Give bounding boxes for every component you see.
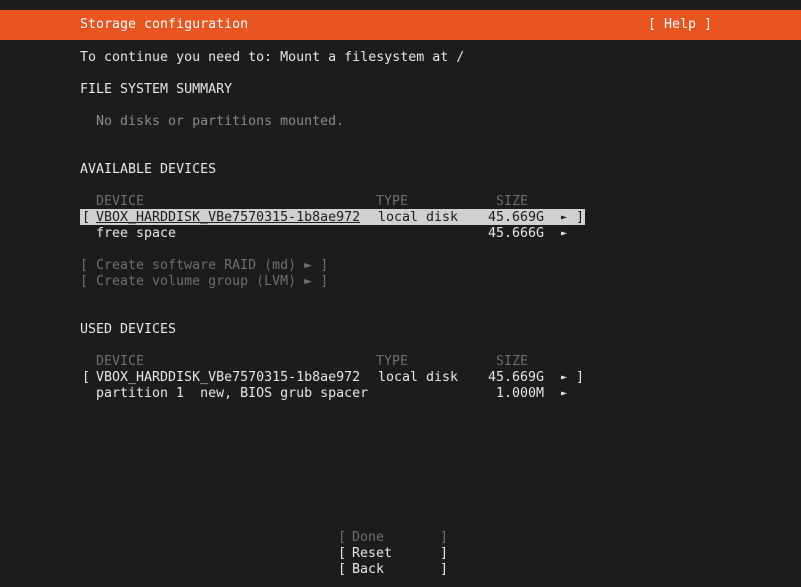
used-partition-device[interactable]: partition 1 new, BIOS grub spacer <box>96 386 368 402</box>
fs-summary-heading: FILE SYSTEM SUMMARY <box>80 82 233 97</box>
used-disk-type: local disk <box>378 370 459 385</box>
free-space-device[interactable]: free space <box>96 226 176 242</box>
available-disk-size: 45.669G <box>488 210 545 225</box>
free-space-arrow-icon[interactable]: ► <box>561 226 567 242</box>
used-disk-size: 45.669G <box>488 370 545 385</box>
help-button[interactable]: [ Help ] <box>648 17 712 33</box>
row-open-bracket: [ <box>82 210 91 225</box>
free-space-size: 45.666G <box>488 226 545 241</box>
used-row-open-bracket: [ <box>82 370 91 385</box>
back-label: Back <box>352 562 385 577</box>
available-col-type: TYPE <box>376 194 409 209</box>
create-lvm-button[interactable]: [ Create volume group (LVM) ► ] <box>80 274 328 290</box>
row-close-bracket: ] <box>576 210 585 225</box>
used-col-size: SIZE <box>496 354 529 369</box>
available-disk-arrow-icon[interactable]: ► <box>561 210 567 226</box>
reset-close-bracket: ] <box>440 546 449 561</box>
installer-screen: Storage configuration [ Help ] To contin… <box>0 0 801 587</box>
available-disk-device[interactable]: VBOX_HARDDISK_VBe7570315-1b8ae972 <box>96 210 360 226</box>
used-devices-heading: USED DEVICES <box>80 322 177 337</box>
available-disk-type: local disk <box>378 210 459 225</box>
header-bar: Storage configuration [ Help ] <box>0 10 801 40</box>
back-open-bracket: [ <box>338 562 347 577</box>
used-partition-size: 1.000M <box>496 386 545 401</box>
fs-summary-empty: No disks or partitions mounted. <box>96 114 345 129</box>
used-col-device: DEVICE <box>96 354 145 369</box>
available-col-size: SIZE <box>496 194 529 209</box>
done-label: Done <box>352 530 385 545</box>
used-row-close-bracket: ] <box>576 370 585 385</box>
used-disk-arrow-icon[interactable]: ► <box>561 370 567 386</box>
instructions-text: To continue you need to: Mount a filesys… <box>80 50 465 65</box>
create-raid-button[interactable]: [ Create software RAID (md) ► ] <box>80 258 328 274</box>
page-title: Storage configuration <box>80 17 249 32</box>
used-col-type: TYPE <box>376 354 409 369</box>
used-partition-arrow-icon[interactable]: ► <box>561 386 567 402</box>
back-close-bracket: ] <box>440 562 449 577</box>
done-close-bracket: ] <box>440 530 449 545</box>
reset-open-bracket: [ <box>338 546 347 561</box>
done-open-bracket: [ <box>338 530 347 545</box>
reset-label: Reset <box>352 546 393 561</box>
available-devices-heading: AVAILABLE DEVICES <box>80 162 217 177</box>
available-col-device: DEVICE <box>96 194 145 209</box>
used-disk-device[interactable]: VBOX_HARDDISK_VBe7570315-1b8ae972 <box>96 370 360 386</box>
